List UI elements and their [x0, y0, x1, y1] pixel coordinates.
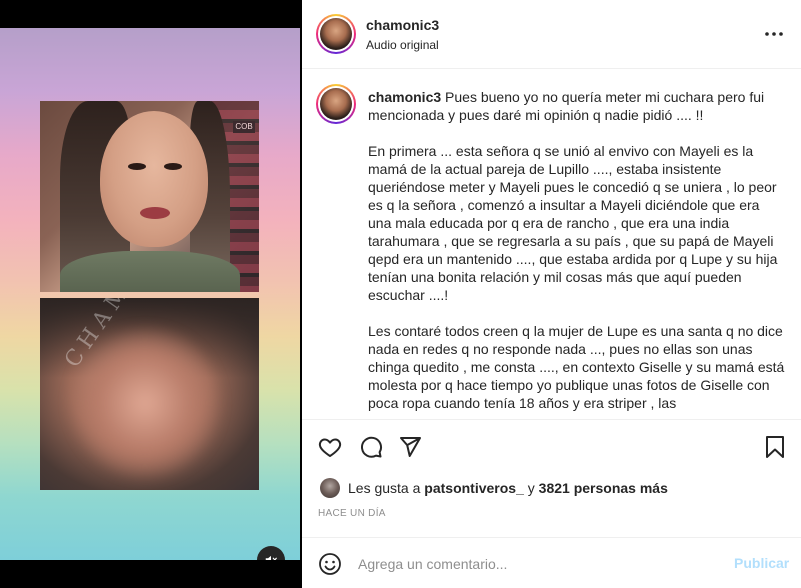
likes-count[interactable]: 3821 personas más [539, 480, 668, 496]
like-button[interactable] [317, 434, 343, 460]
caption-area: chamonic3 Pues bueno yo no quería meter … [302, 70, 801, 419]
post-media: COB CHAMO [0, 0, 302, 588]
emoji-button[interactable] [318, 552, 342, 576]
caption-paragraph: Les contaré todos creen q la mujer de Lu… [368, 323, 789, 411]
comment-bar: Publicar [302, 537, 801, 588]
heart-icon [318, 438, 342, 457]
share-button[interactable] [397, 434, 423, 460]
post-username[interactable]: chamonic3 [366, 17, 439, 33]
caption-avatar[interactable] [316, 84, 356, 124]
post-details-panel: chamonic3 Audio original chamonic3 Pues … [302, 0, 801, 588]
video-frame-top: COB [40, 101, 259, 292]
store-sign: COB [233, 121, 255, 133]
video-frame-bottom: CHAMO [40, 298, 259, 490]
post-actions: Les gusta a patsontiveros_ y 3821 person… [302, 419, 801, 529]
save-button[interactable] [762, 434, 788, 460]
caption-text: chamonic3 Pues bueno yo no quería meter … [368, 88, 786, 419]
caption-paragraph: En primera ... esta señora q se unió al … [368, 143, 782, 303]
avatar[interactable] [316, 14, 356, 54]
liker-username[interactable]: patsontiveros_ [424, 480, 524, 496]
comment-button[interactable] [358, 434, 384, 460]
likes-summary: Les gusta a patsontiveros_ y 3821 person… [320, 478, 668, 498]
more-horizontal-icon [765, 32, 783, 36]
bookmark-icon [766, 436, 784, 458]
video-player[interactable]: COB CHAMO [0, 28, 300, 560]
more-options-button[interactable] [764, 24, 784, 44]
caption-username[interactable]: chamonic3 [368, 89, 441, 105]
post-header: chamonic3 Audio original [302, 0, 801, 69]
comment-input[interactable] [358, 552, 718, 576]
mute-button[interactable] [257, 546, 285, 560]
audio-label[interactable]: Audio original [366, 38, 439, 52]
comment-icon [361, 436, 382, 458]
send-icon [400, 437, 421, 457]
post-comment-button[interactable]: Publicar [734, 555, 789, 571]
person-face [100, 111, 208, 247]
post-timestamp[interactable]: HACE UN DÍA [318, 508, 386, 519]
liker-avatar[interactable] [320, 478, 340, 498]
emoji-icon [319, 553, 341, 575]
speaker-muted-icon [265, 555, 277, 560]
